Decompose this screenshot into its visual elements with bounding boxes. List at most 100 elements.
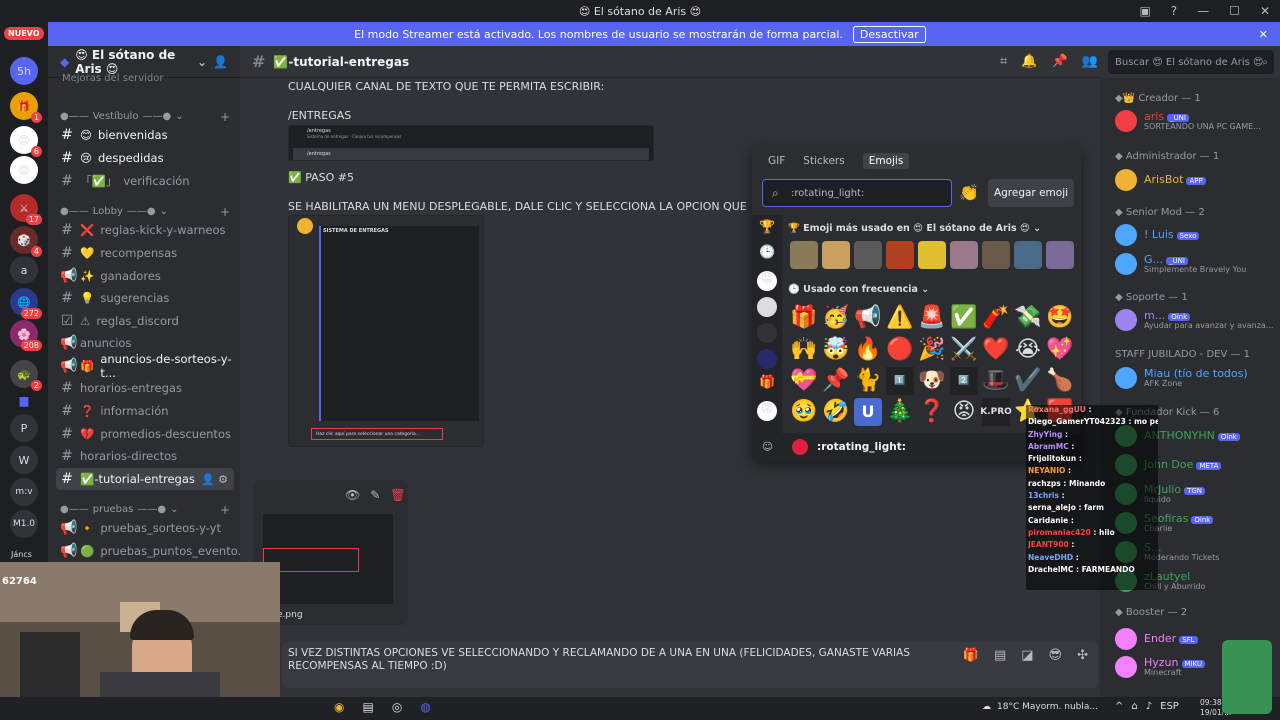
emoji[interactable]: 💝: [790, 367, 818, 395]
guild-p[interactable]: P: [10, 414, 38, 442]
emoji[interactable]: 😡: [950, 398, 978, 426]
trophy-icon[interactable]: 🏆: [759, 220, 775, 235]
minimize-button[interactable]: —: [1197, 4, 1209, 18]
guild-w[interactable]: W: [10, 446, 38, 474]
emoji[interactable]: 🙌: [790, 336, 818, 364]
member-item[interactable]: Miau (tío de todos) AFK Zone: [1115, 366, 1275, 392]
emoji[interactable]: [790, 241, 818, 269]
emoji-search-input[interactable]: ⌕ :rotating_light:: [762, 179, 952, 207]
emoji[interactable]: 🎄: [886, 398, 914, 426]
gift-icon[interactable]: 🎁: [963, 648, 979, 663]
category-vestibulo[interactable]: ●—— Vestíbulo ——● ⌄ +: [60, 110, 230, 124]
server-emoji-icon[interactable]: 😡: [757, 271, 777, 291]
composer-text[interactable]: SI VEZ DISTINTAS OPCIONES VE SELECCIONAN…: [288, 647, 948, 673]
emoji[interactable]: 📢: [854, 304, 882, 332]
guild-jancs[interactable]: Jáncs: [11, 550, 32, 559]
message-composer[interactable]: SI VEZ DISTINTAS OPCIONES VE SELECCIONAN…: [282, 642, 1098, 688]
emoji[interactable]: 🤣: [822, 398, 850, 426]
discord-taskbar-icon[interactable]: ◍: [420, 700, 430, 714]
emoji[interactable]: U: [854, 398, 882, 426]
channel-horarios-entregas[interactable]: # horarios-entregas: [56, 377, 234, 399]
member-item[interactable]: ArisBot APP: [1115, 168, 1275, 194]
channel-reglas-discord[interactable]: ☑ ⚠ reglas_discord: [56, 310, 234, 332]
channel-sugerencias[interactable]: # 💡 sugerencias: [56, 287, 234, 309]
gift-icon[interactable]: 🎁: [759, 375, 775, 390]
channel-verificacion[interactable]: # 「✅」 verificación: [56, 170, 234, 192]
emoji[interactable]: ✔️: [1014, 367, 1042, 395]
server-emoji-icon[interactable]: [757, 323, 777, 343]
tab-emojis[interactable]: Emojis: [862, 153, 910, 169]
guild-home[interactable]: 5h: [10, 57, 38, 85]
channel-despedidas[interactable]: # 😢 despedidas: [56, 147, 234, 169]
channel-reglas-kick[interactable]: # ❌ reglas-kick-y-warneos: [56, 219, 234, 241]
bell-icon[interactable]: 🔔: [1021, 54, 1037, 69]
guild-a[interactable]: a: [10, 256, 38, 284]
guild-gift[interactable]: 🎁 1: [10, 92, 42, 123]
emoji[interactable]: 💸: [1014, 304, 1042, 332]
guild-item[interactable]: 🐢 2: [10, 360, 42, 391]
guild-m10[interactable]: M1.0: [10, 510, 38, 538]
emoji[interactable]: ⚠️: [886, 304, 914, 332]
trash-icon[interactable]: 🗑: [390, 488, 405, 502]
emoji[interactable]: ❓: [918, 398, 946, 426]
emoji[interactable]: 🔴: [886, 336, 914, 364]
member-item[interactable]: G... _UNI Simplemente Bravely You: [1115, 252, 1275, 278]
emoji[interactable]: 🔥: [854, 336, 882, 364]
emoji[interactable]: [854, 241, 882, 269]
channel-informacion[interactable]: # ❓ información: [56, 400, 234, 422]
emoji[interactable]: 🎁: [790, 304, 818, 332]
emoji[interactable]: 🥹: [790, 398, 818, 426]
deactivate-streamer-button[interactable]: Desactivar: [852, 25, 926, 43]
category-lobby[interactable]: ●—— Lobby ——● ⌄ +: [60, 205, 230, 219]
emoji[interactable]: [822, 241, 850, 269]
search-input[interactable]: Buscar 😍 El sótano de Aris 😍 ⌕: [1108, 50, 1274, 74]
channel-horarios-directos[interactable]: # horarios-directos: [56, 445, 234, 467]
message-screenshot-menu[interactable]: SISTEMA DE ENTREGAS Haz clic aquí para s…: [288, 215, 484, 447]
server-emoji-icon[interactable]: 😡: [757, 401, 777, 421]
channel-bienvenidas[interactable]: # 😊 bienvenidas: [56, 124, 234, 146]
emoji[interactable]: 🎩: [982, 367, 1010, 395]
emoji[interactable]: [950, 241, 978, 269]
emoji[interactable]: ⚔️: [950, 336, 978, 364]
member-item[interactable]: m... Oink Ayudar para avanzar y avanza...: [1115, 308, 1275, 334]
emoji[interactable]: 1️⃣: [886, 367, 914, 395]
emoji[interactable]: ✅: [950, 304, 978, 332]
close-window-button[interactable]: ✕: [1260, 4, 1270, 18]
channel-recompensas[interactable]: # 💛 recompensas: [56, 242, 234, 264]
channel-anuncios-sorteos[interactable]: 📢 🎁 anuncios-de-sorteos-y-t...: [56, 352, 234, 380]
guild-item[interactable]: 🎲 4: [10, 226, 42, 257]
section-server-emojis[interactable]: 🏆 Emoji más usado en 😍 El sótano de Aris…: [788, 223, 1041, 234]
emoji[interactable]: 📌: [822, 367, 850, 395]
channel-tutorial-entregas[interactable]: # ✅-tutorial-entregas 👤 ⚙: [56, 468, 234, 490]
add-emoji-button[interactable]: Agregar emoji: [988, 179, 1074, 207]
emoji[interactable]: 😭: [1014, 336, 1042, 364]
guild-item[interactable]: ⚔ 17: [10, 194, 42, 225]
file-explorer-icon[interactable]: ▤: [362, 700, 373, 714]
chevron-down-icon[interactable]: ⌄: [197, 55, 207, 69]
channel-ganadores[interactable]: 📢 ✨ ganadores: [56, 265, 234, 287]
guild-mv[interactable]: m:v: [10, 478, 38, 506]
pin-icon[interactable]: 📌: [1052, 54, 1068, 69]
guild-item[interactable]: 😡: [10, 156, 38, 184]
tab-gif[interactable]: GIF: [768, 155, 785, 169]
member-item[interactable]: ! Luis Sexo: [1115, 223, 1275, 249]
tab-stickers[interactable]: Stickers: [803, 155, 844, 169]
clock-icon[interactable]: 🕒: [759, 245, 775, 260]
emoji[interactable]: [982, 241, 1010, 269]
emoji[interactable]: 💖: [1046, 336, 1074, 364]
apps-icon[interactable]: ✣: [1077, 648, 1088, 663]
emoji[interactable]: ❤️: [982, 336, 1010, 364]
help-icon[interactable]: ?: [1171, 4, 1177, 18]
member-item[interactable]: aris _UNI SORTEANDO UNA PC GAME...: [1115, 109, 1275, 135]
emoji[interactable]: 🐈: [854, 367, 882, 395]
server-emoji-icon[interactable]: [757, 297, 777, 317]
chrome-icon[interactable]: ◉: [334, 700, 344, 714]
guild-item[interactable]: 🌸 208: [10, 320, 42, 351]
add-member-icon[interactable]: 👤: [213, 55, 228, 69]
emoji[interactable]: [886, 241, 914, 269]
channel-pruebas-sorteos[interactable]: 📢 🔸 pruebas_sorteos-y-yt: [56, 517, 234, 539]
emoji[interactable]: [1046, 241, 1074, 269]
gif-icon[interactable]: ▤: [994, 648, 1006, 663]
steam-icon[interactable]: ◎: [392, 700, 402, 714]
emoji-icon[interactable]: 😎: [1049, 648, 1063, 663]
